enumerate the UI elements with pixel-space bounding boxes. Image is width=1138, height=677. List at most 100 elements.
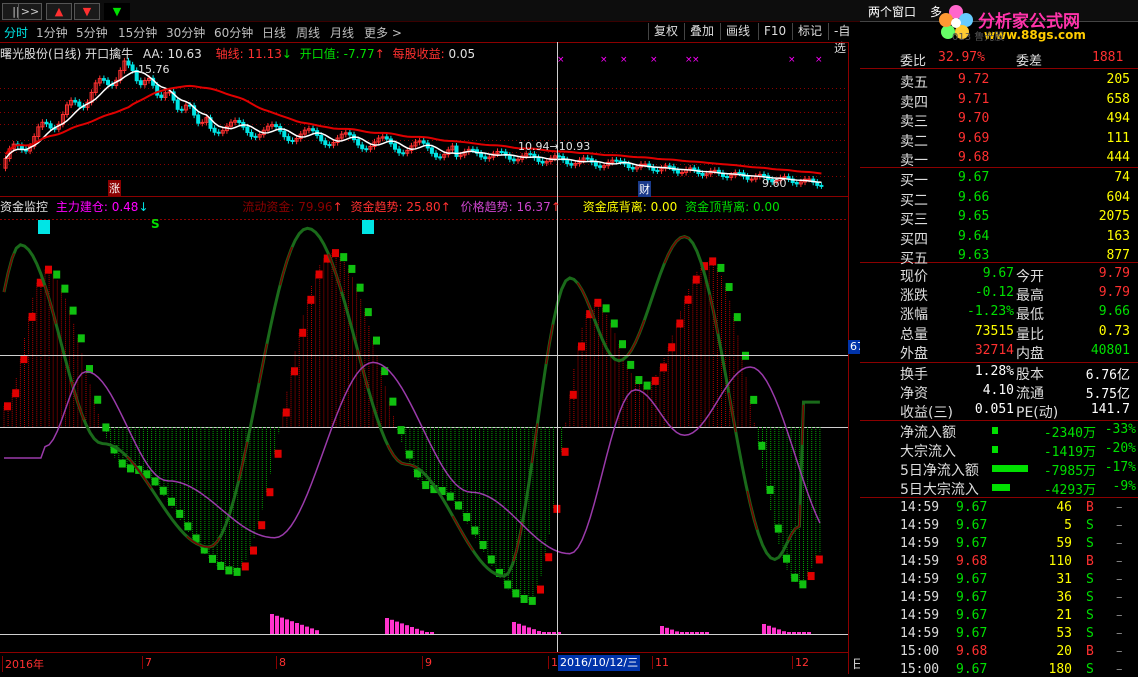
stat-label: 量比 <box>1016 326 1044 343</box>
signal-marker: × <box>815 55 823 65</box>
candle-body <box>483 156 488 160</box>
zhang-tag[interactable]: 涨 <box>108 180 121 196</box>
trend-block <box>364 308 372 317</box>
ask-volume: 494 <box>1106 111 1130 126</box>
main-build-bars <box>270 614 811 634</box>
candle-body <box>565 159 570 165</box>
stat-value: 4.10 <box>982 383 1014 398</box>
candle-body <box>745 175 750 180</box>
candle-body <box>643 163 648 166</box>
build-bar <box>410 627 414 634</box>
candle-body <box>282 130 287 138</box>
trend-block <box>750 395 758 404</box>
ma-long-line <box>4 84 822 175</box>
candle-body <box>101 78 106 81</box>
two-windows-button[interactable]: 两个窗口 <box>868 3 916 20</box>
tick-dash: – <box>1116 572 1123 587</box>
tick-side: S <box>1086 662 1094 677</box>
ask-label: 卖一 <box>900 153 928 169</box>
stat-label: 涨幅 <box>900 307 928 324</box>
candle-body <box>106 79 110 85</box>
axis-value: 11.13 <box>247 47 282 61</box>
tick-side: B <box>1086 500 1094 515</box>
candle-body <box>429 147 434 154</box>
trend-block <box>578 342 585 351</box>
bid-volume: 2075 <box>1098 209 1130 224</box>
candle-body <box>393 143 397 150</box>
trend-block <box>643 381 651 390</box>
trend-block <box>315 270 323 279</box>
bid-price: 9.66 <box>958 189 990 205</box>
build-bar <box>675 631 679 634</box>
time-axis-label: 8 <box>276 656 286 669</box>
candle-body <box>700 172 705 176</box>
build-bar <box>782 631 786 634</box>
axis-label: 轴线: <box>215 47 244 61</box>
tick-price: 9.67 <box>956 518 988 533</box>
trend-block <box>241 562 249 571</box>
candle-body <box>159 94 164 98</box>
candle-body <box>286 136 291 141</box>
ask-volume: 658 <box>1106 91 1130 107</box>
candle-body <box>364 148 369 151</box>
tick-dash: – <box>1116 590 1123 605</box>
stat-label: 内盘 <box>1016 345 1044 362</box>
candle-body <box>130 64 135 71</box>
price-trend-value: 16.37 <box>516 200 551 214</box>
candle-body <box>540 160 545 164</box>
ask-price: 9.68 <box>958 150 990 165</box>
stat-value: -1.23% <box>967 304 1014 320</box>
trend-block <box>627 360 635 369</box>
trend-block <box>4 402 11 411</box>
bid-volume: 604 <box>1106 189 1130 205</box>
main-build-label: 主力建仓: <box>55 200 108 214</box>
ask-label: 卖四 <box>900 94 928 111</box>
chart-canvas[interactable]: × × × × × × × × <box>0 0 860 674</box>
candle-body <box>794 182 799 185</box>
s-marker: S <box>151 217 160 231</box>
trend-block <box>45 265 52 274</box>
tick-dash: – <box>1116 608 1123 623</box>
build-bar <box>767 625 771 634</box>
trend-block <box>28 312 36 321</box>
ask-label: 卖二 <box>900 133 928 150</box>
build-bar <box>700 632 704 634</box>
cai-tag[interactable]: 财 <box>638 181 651 197</box>
signal-marker: × <box>650 55 658 65</box>
stat-label: 总量 <box>900 326 928 343</box>
bid-volume: 877 <box>1106 248 1130 263</box>
candle-body <box>454 145 459 157</box>
flow-label: 净流入额 <box>900 425 956 441</box>
tick-side: S <box>1086 536 1094 551</box>
trend-block <box>783 554 790 563</box>
bid-label: 买五 <box>900 251 928 267</box>
trend-block <box>692 275 700 284</box>
stat-label: 最高 <box>1016 288 1044 305</box>
open-label: 开口值: <box>299 47 340 61</box>
stat-label: 收益(三) <box>900 405 953 421</box>
trend-block <box>258 521 266 530</box>
build-bar <box>512 622 516 634</box>
candle-body <box>167 91 172 94</box>
trend-block <box>619 340 626 349</box>
build-bar <box>315 630 319 634</box>
flow-pct: -9% <box>1112 479 1136 494</box>
candle-body <box>360 144 365 150</box>
wei-bi-label: 委比 <box>900 54 927 69</box>
tick-volume: 36 <box>1056 590 1072 605</box>
stat-value: 73515 <box>974 323 1014 339</box>
candle-body <box>274 124 279 128</box>
flow-value: 79.96 <box>298 200 333 214</box>
candle-body <box>585 157 590 160</box>
candle-body <box>212 127 217 133</box>
bid-label: 买三 <box>900 212 928 228</box>
tick-time: 14:59 <box>900 536 940 551</box>
tick-side: B <box>1086 554 1094 569</box>
candle-body <box>401 152 406 155</box>
candle-body <box>216 131 221 134</box>
tick-price: 9.67 <box>956 662 988 677</box>
trend-block <box>184 522 192 531</box>
trend-block <box>159 486 167 495</box>
bid-label: 买一 <box>900 173 928 189</box>
candle-body <box>680 171 684 174</box>
